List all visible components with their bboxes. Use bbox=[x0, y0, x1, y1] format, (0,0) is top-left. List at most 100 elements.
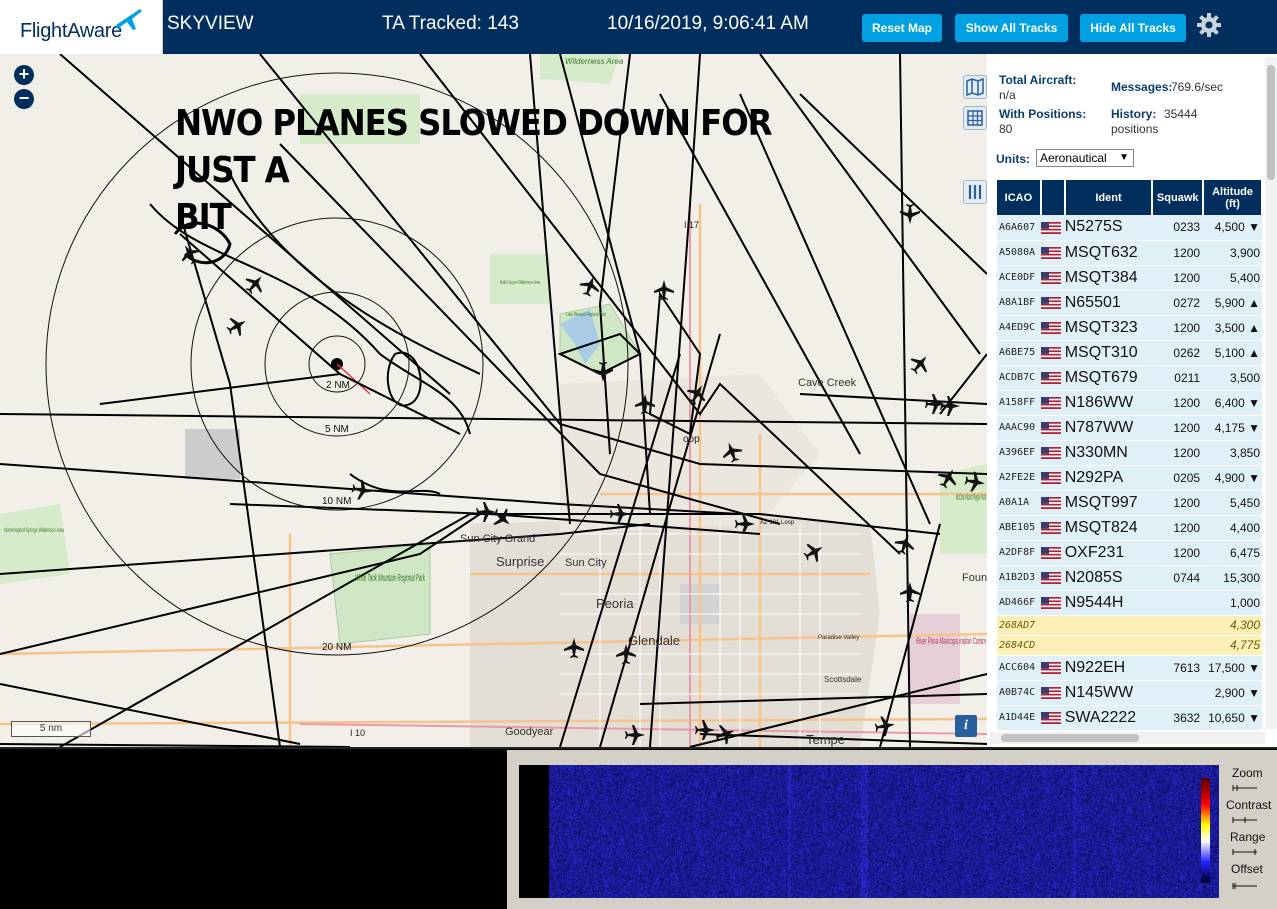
cell-squawk bbox=[1152, 590, 1204, 616]
aircraft-row[interactable]: ACDB7C MSQT679 0211 3,500 bbox=[997, 365, 1262, 391]
aircraft-row[interactable]: A158FF N186WW 1200 6,400 ▼ bbox=[997, 390, 1262, 416]
reset-map-button[interactable]: Reset Map bbox=[862, 14, 942, 42]
units-select[interactable]: Aeronautical ▼ bbox=[1036, 149, 1134, 167]
place-label-cave-creek: Cave Creek bbox=[798, 377, 857, 389]
cell-icao: A0A1A bbox=[997, 490, 1041, 516]
cell-flag bbox=[1040, 340, 1065, 366]
app-name: SKYVIEW bbox=[167, 13, 254, 34]
cell-squawk: 1200 bbox=[1152, 265, 1204, 291]
show-all-tracks-button[interactable]: Show All Tracks bbox=[955, 14, 1068, 42]
cell-icao: A5080A bbox=[997, 240, 1041, 266]
table-vertical-scrollbar[interactable] bbox=[1265, 57, 1277, 729]
map-view[interactable]: 2 NM 5 NM 10 NM 20 NM Cave Creek Sun Cit… bbox=[0, 54, 987, 747]
cell-altitude: 4,775 bbox=[1203, 635, 1262, 656]
cell-ident: N292PA bbox=[1064, 465, 1153, 491]
cell-icao: ACC604 bbox=[997, 655, 1041, 681]
aircraft-table: ICAO Ident Squawk Altitude (ft) A6A607 N52… bbox=[997, 180, 1263, 731]
cell-altitude: 3,850 bbox=[1203, 440, 1262, 466]
us-flag-icon bbox=[1040, 547, 1061, 560]
cell-flag bbox=[1040, 540, 1065, 566]
aircraft-row[interactable]: A6BE75 MSQT310 0262 5,100 ▲ bbox=[997, 340, 1262, 366]
zoom-in-button[interactable]: + bbox=[14, 65, 34, 85]
cell-altitude: 4,500 ▼ bbox=[1203, 215, 1262, 241]
cell-icao: A1D44E bbox=[997, 705, 1041, 731]
aircraft-row[interactable]: A1B2D3 N2085S 0744 15,300 bbox=[997, 565, 1262, 591]
cell-altitude: 3,900 bbox=[1203, 240, 1262, 266]
scrollbar-thumb[interactable] bbox=[1001, 734, 1139, 742]
cell-squawk: 0262 bbox=[1152, 340, 1204, 366]
cell-squawk: 0211 bbox=[1152, 365, 1204, 391]
aircraft-row[interactable]: A5080A MSQT632 1200 3,900 bbox=[997, 240, 1262, 266]
aircraft-row[interactable]: A1D44E SWA2222 3632 10,650 ▼ bbox=[997, 705, 1262, 731]
col-header-ident[interactable]: Ident bbox=[1064, 180, 1154, 215]
col-header-icao[interactable]: ICAO bbox=[997, 180, 1042, 215]
aircraft-row[interactable]: A6A607 N5275S 0233 4,500 ▼ bbox=[997, 215, 1262, 241]
overlay-caption-line2: BIT bbox=[175, 197, 232, 238]
cell-squawk: 0272 bbox=[1152, 290, 1204, 316]
contrast-slider[interactable] bbox=[1231, 816, 1259, 824]
us-flag-icon bbox=[1040, 322, 1061, 335]
aircraft-row[interactable]: AD466F N9544H 1,000 bbox=[997, 590, 1262, 616]
zoom-slider[interactable] bbox=[1231, 784, 1259, 792]
grid-icon bbox=[967, 110, 983, 126]
col-header-flag[interactable] bbox=[1040, 180, 1066, 215]
aircraft-row[interactable]: 2684CD 4,775 bbox=[997, 635, 1262, 656]
cell-ident: N186WW bbox=[1064, 390, 1153, 416]
aircraft-row[interactable]: ABE105 MSQT824 1200 4,400 bbox=[997, 515, 1262, 541]
cell-altitude: 4,900 ▼ bbox=[1203, 465, 1262, 491]
cell-altitude: 5,100 ▲ bbox=[1203, 340, 1262, 366]
cell-flag bbox=[1040, 515, 1065, 541]
cell-flag bbox=[1040, 565, 1065, 591]
aircraft-row[interactable]: A0B74C N145WW 2,900 ▼ bbox=[997, 680, 1262, 706]
cell-flag bbox=[1040, 265, 1065, 291]
cell-altitude: 5,900 ▲ bbox=[1203, 290, 1262, 316]
black-panel bbox=[0, 749, 505, 909]
aircraft-row[interactable]: A0A1A MSQT997 1200 5,450 bbox=[997, 490, 1262, 516]
aircraft-row[interactable]: A8A1BF N65501 0272 5,900 ▲ bbox=[997, 290, 1262, 316]
flightaware-logo[interactable]: FlightAware bbox=[0, 0, 163, 54]
table-horizontal-scrollbar[interactable] bbox=[990, 732, 1265, 744]
cell-flag bbox=[1040, 390, 1065, 416]
cell-ident: N2085S bbox=[1064, 565, 1153, 591]
cell-flag bbox=[1040, 365, 1065, 391]
aircraft-row[interactable]: A4ED9C MSQT323 1200 3,500 ▲ bbox=[997, 315, 1262, 341]
aircraft-row[interactable]: 268AD7 4,300 bbox=[997, 615, 1262, 636]
col-header-squawk[interactable]: Squawk bbox=[1152, 180, 1205, 215]
grid-toggle-button[interactable] bbox=[963, 106, 987, 130]
place-label-goodyear: Goodyear bbox=[505, 726, 554, 738]
cell-icao: A2DF8F bbox=[997, 540, 1041, 566]
cell-altitude: 3,500 ▲ bbox=[1203, 315, 1262, 341]
cell-ident: N5275S bbox=[1064, 215, 1153, 241]
cell-ident bbox=[1064, 615, 1153, 636]
cell-squawk: 1200 bbox=[1152, 390, 1204, 416]
aircraft-row[interactable]: A396EF N330MN 1200 3,850 bbox=[997, 440, 1262, 466]
column-toggle-button[interactable] bbox=[963, 180, 987, 204]
us-flag-icon bbox=[1040, 497, 1061, 510]
cell-ident: MSQT323 bbox=[1064, 315, 1153, 341]
aircraft-row[interactable]: A2FE2E N292PA 0205 4,900 ▼ bbox=[997, 465, 1262, 491]
zoom-out-button[interactable]: − bbox=[14, 89, 34, 109]
cell-icao: A2FE2E bbox=[997, 465, 1041, 491]
cell-icao: ACDB7C bbox=[997, 365, 1041, 391]
cell-icao: 268AD7 bbox=[997, 615, 1041, 636]
range-slider[interactable] bbox=[1231, 848, 1259, 856]
gear-icon[interactable] bbox=[1196, 12, 1222, 38]
hide-all-tracks-button[interactable]: Hide All Tracks bbox=[1080, 14, 1186, 42]
col-header-altitude[interactable]: Altitude (ft) bbox=[1203, 180, 1263, 215]
aircraft-row[interactable]: A2DF8F OXF231 1200 6,475 bbox=[997, 540, 1262, 566]
range-label: Range bbox=[1230, 830, 1266, 844]
us-flag-icon bbox=[1040, 422, 1061, 435]
info-button[interactable]: i bbox=[955, 715, 977, 737]
aircraft-row[interactable]: AAAC90 N787WW 1200 4,175 ▼ bbox=[997, 415, 1262, 441]
cell-altitude: 4,300 bbox=[1203, 615, 1262, 636]
aircraft-row[interactable]: ACC604 N922EH 7613 17,500 ▼ bbox=[997, 655, 1262, 681]
cell-flag bbox=[1040, 680, 1065, 706]
aircraft-row[interactable]: ACE0DF MSQT384 1200 5,400 bbox=[997, 265, 1262, 291]
map-layers-button[interactable] bbox=[963, 75, 987, 99]
scrollbar-thumb[interactable] bbox=[1267, 65, 1275, 180]
altitude-header-text: Altitude bbox=[1212, 185, 1254, 198]
offset-slider[interactable] bbox=[1231, 882, 1259, 890]
cell-flag bbox=[1040, 315, 1065, 341]
units-selected-value: Aeronautical bbox=[1040, 151, 1107, 165]
place-label-tempe: Tempe bbox=[806, 732, 845, 747]
